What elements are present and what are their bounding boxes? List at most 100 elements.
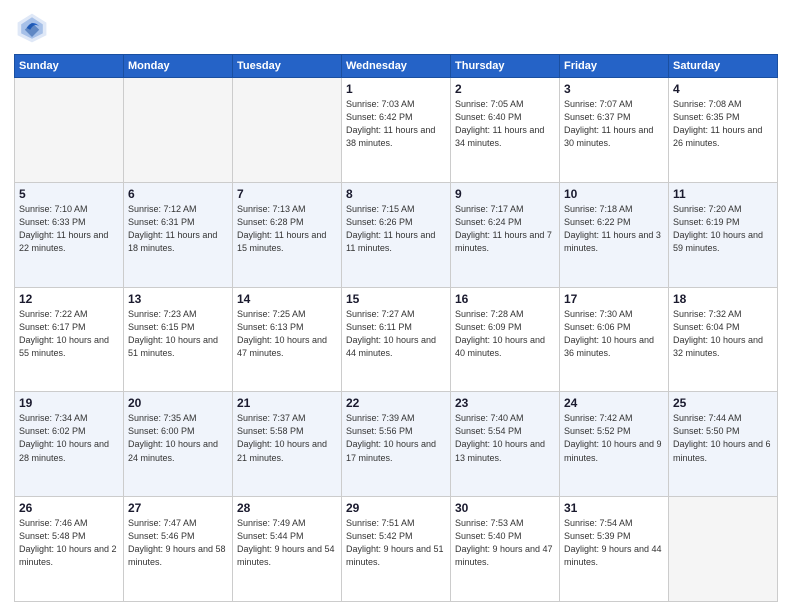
calendar-cell: 21 Sunrise: 7:37 AM Sunset: 5:58 PM Dayl… (233, 392, 342, 497)
day-number: 9 (455, 187, 555, 201)
calendar-cell: 7 Sunrise: 7:13 AM Sunset: 6:28 PM Dayli… (233, 182, 342, 287)
day-number: 7 (237, 187, 337, 201)
day-number: 1 (346, 82, 446, 96)
weekday-header: Saturday (669, 55, 778, 78)
calendar-cell: 8 Sunrise: 7:15 AM Sunset: 6:26 PM Dayli… (342, 182, 451, 287)
day-number: 4 (673, 82, 773, 96)
calendar-cell: 30 Sunrise: 7:53 AM Sunset: 5:40 PM Dayl… (451, 497, 560, 602)
calendar-header-row: SundayMondayTuesdayWednesdayThursdayFrid… (15, 55, 778, 78)
calendar-cell: 23 Sunrise: 7:40 AM Sunset: 5:54 PM Dayl… (451, 392, 560, 497)
day-info: Sunrise: 7:05 AM Sunset: 6:40 PM Dayligh… (455, 98, 555, 150)
day-info: Sunrise: 7:44 AM Sunset: 5:50 PM Dayligh… (673, 412, 773, 464)
day-info: Sunrise: 7:07 AM Sunset: 6:37 PM Dayligh… (564, 98, 664, 150)
calendar-cell: 25 Sunrise: 7:44 AM Sunset: 5:50 PM Dayl… (669, 392, 778, 497)
day-info: Sunrise: 7:35 AM Sunset: 6:00 PM Dayligh… (128, 412, 228, 464)
day-info: Sunrise: 7:32 AM Sunset: 6:04 PM Dayligh… (673, 308, 773, 360)
header (14, 10, 778, 46)
page: SundayMondayTuesdayWednesdayThursdayFrid… (0, 0, 792, 612)
day-number: 29 (346, 501, 446, 515)
calendar-cell: 5 Sunrise: 7:10 AM Sunset: 6:33 PM Dayli… (15, 182, 124, 287)
day-number: 20 (128, 396, 228, 410)
calendar-cell: 20 Sunrise: 7:35 AM Sunset: 6:00 PM Dayl… (124, 392, 233, 497)
day-number: 11 (673, 187, 773, 201)
calendar-week-row: 1 Sunrise: 7:03 AM Sunset: 6:42 PM Dayli… (15, 78, 778, 183)
day-info: Sunrise: 7:30 AM Sunset: 6:06 PM Dayligh… (564, 308, 664, 360)
day-info: Sunrise: 7:51 AM Sunset: 5:42 PM Dayligh… (346, 517, 446, 569)
day-info: Sunrise: 7:15 AM Sunset: 6:26 PM Dayligh… (346, 203, 446, 255)
day-info: Sunrise: 7:46 AM Sunset: 5:48 PM Dayligh… (19, 517, 119, 569)
day-number: 14 (237, 292, 337, 306)
day-info: Sunrise: 7:22 AM Sunset: 6:17 PM Dayligh… (19, 308, 119, 360)
calendar-cell: 31 Sunrise: 7:54 AM Sunset: 5:39 PM Dayl… (560, 497, 669, 602)
day-number: 31 (564, 501, 664, 515)
day-number: 27 (128, 501, 228, 515)
day-info: Sunrise: 7:23 AM Sunset: 6:15 PM Dayligh… (128, 308, 228, 360)
day-info: Sunrise: 7:17 AM Sunset: 6:24 PM Dayligh… (455, 203, 555, 255)
day-number: 28 (237, 501, 337, 515)
day-number: 2 (455, 82, 555, 96)
day-number: 30 (455, 501, 555, 515)
calendar-cell: 19 Sunrise: 7:34 AM Sunset: 6:02 PM Dayl… (15, 392, 124, 497)
weekday-header: Wednesday (342, 55, 451, 78)
day-number: 5 (19, 187, 119, 201)
day-info: Sunrise: 7:18 AM Sunset: 6:22 PM Dayligh… (564, 203, 664, 255)
calendar-table: SundayMondayTuesdayWednesdayThursdayFrid… (14, 54, 778, 602)
day-info: Sunrise: 7:54 AM Sunset: 5:39 PM Dayligh… (564, 517, 664, 569)
calendar-cell (669, 497, 778, 602)
calendar-week-row: 26 Sunrise: 7:46 AM Sunset: 5:48 PM Dayl… (15, 497, 778, 602)
calendar-cell: 11 Sunrise: 7:20 AM Sunset: 6:19 PM Dayl… (669, 182, 778, 287)
calendar-cell: 17 Sunrise: 7:30 AM Sunset: 6:06 PM Dayl… (560, 287, 669, 392)
day-info: Sunrise: 7:39 AM Sunset: 5:56 PM Dayligh… (346, 412, 446, 464)
weekday-header: Monday (124, 55, 233, 78)
day-number: 15 (346, 292, 446, 306)
day-info: Sunrise: 7:28 AM Sunset: 6:09 PM Dayligh… (455, 308, 555, 360)
calendar-cell: 18 Sunrise: 7:32 AM Sunset: 6:04 PM Dayl… (669, 287, 778, 392)
calendar-cell: 27 Sunrise: 7:47 AM Sunset: 5:46 PM Dayl… (124, 497, 233, 602)
calendar-cell: 9 Sunrise: 7:17 AM Sunset: 6:24 PM Dayli… (451, 182, 560, 287)
day-number: 21 (237, 396, 337, 410)
calendar-cell: 26 Sunrise: 7:46 AM Sunset: 5:48 PM Dayl… (15, 497, 124, 602)
calendar-cell (233, 78, 342, 183)
day-number: 6 (128, 187, 228, 201)
day-info: Sunrise: 7:20 AM Sunset: 6:19 PM Dayligh… (673, 203, 773, 255)
day-number: 12 (19, 292, 119, 306)
logo (14, 10, 54, 46)
day-number: 26 (19, 501, 119, 515)
day-number: 23 (455, 396, 555, 410)
calendar-cell: 24 Sunrise: 7:42 AM Sunset: 5:52 PM Dayl… (560, 392, 669, 497)
weekday-header: Sunday (15, 55, 124, 78)
day-number: 19 (19, 396, 119, 410)
day-number: 17 (564, 292, 664, 306)
calendar-cell: 13 Sunrise: 7:23 AM Sunset: 6:15 PM Dayl… (124, 287, 233, 392)
day-info: Sunrise: 7:03 AM Sunset: 6:42 PM Dayligh… (346, 98, 446, 150)
calendar-cell: 28 Sunrise: 7:49 AM Sunset: 5:44 PM Dayl… (233, 497, 342, 602)
weekday-header: Friday (560, 55, 669, 78)
day-info: Sunrise: 7:27 AM Sunset: 6:11 PM Dayligh… (346, 308, 446, 360)
day-info: Sunrise: 7:34 AM Sunset: 6:02 PM Dayligh… (19, 412, 119, 464)
day-number: 22 (346, 396, 446, 410)
day-info: Sunrise: 7:10 AM Sunset: 6:33 PM Dayligh… (19, 203, 119, 255)
calendar-cell: 3 Sunrise: 7:07 AM Sunset: 6:37 PM Dayli… (560, 78, 669, 183)
calendar-cell: 10 Sunrise: 7:18 AM Sunset: 6:22 PM Dayl… (560, 182, 669, 287)
calendar-cell: 6 Sunrise: 7:12 AM Sunset: 6:31 PM Dayli… (124, 182, 233, 287)
day-info: Sunrise: 7:12 AM Sunset: 6:31 PM Dayligh… (128, 203, 228, 255)
calendar-cell: 4 Sunrise: 7:08 AM Sunset: 6:35 PM Dayli… (669, 78, 778, 183)
day-info: Sunrise: 7:08 AM Sunset: 6:35 PM Dayligh… (673, 98, 773, 150)
weekday-header: Thursday (451, 55, 560, 78)
day-number: 13 (128, 292, 228, 306)
logo-icon (14, 10, 50, 46)
day-info: Sunrise: 7:40 AM Sunset: 5:54 PM Dayligh… (455, 412, 555, 464)
day-info: Sunrise: 7:13 AM Sunset: 6:28 PM Dayligh… (237, 203, 337, 255)
calendar-cell: 1 Sunrise: 7:03 AM Sunset: 6:42 PM Dayli… (342, 78, 451, 183)
day-number: 16 (455, 292, 555, 306)
calendar-cell: 14 Sunrise: 7:25 AM Sunset: 6:13 PM Dayl… (233, 287, 342, 392)
day-info: Sunrise: 7:49 AM Sunset: 5:44 PM Dayligh… (237, 517, 337, 569)
day-number: 18 (673, 292, 773, 306)
day-number: 25 (673, 396, 773, 410)
day-number: 10 (564, 187, 664, 201)
calendar-week-row: 19 Sunrise: 7:34 AM Sunset: 6:02 PM Dayl… (15, 392, 778, 497)
day-info: Sunrise: 7:47 AM Sunset: 5:46 PM Dayligh… (128, 517, 228, 569)
calendar-cell (15, 78, 124, 183)
day-info: Sunrise: 7:37 AM Sunset: 5:58 PM Dayligh… (237, 412, 337, 464)
calendar-cell (124, 78, 233, 183)
